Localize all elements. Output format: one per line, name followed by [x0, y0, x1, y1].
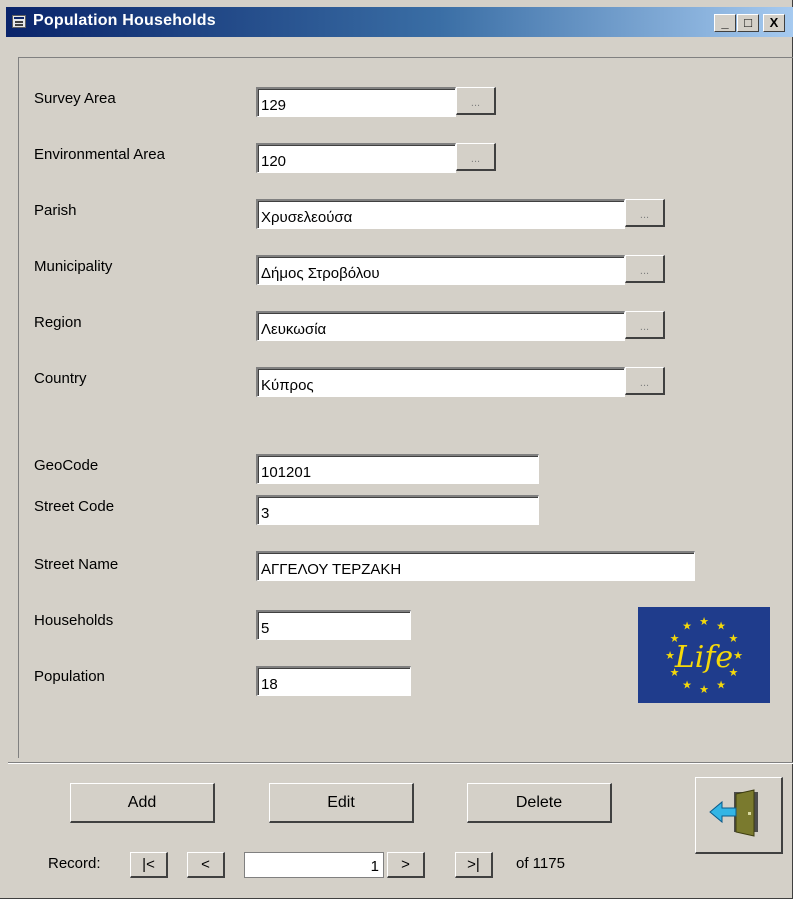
survey-area-field[interactable]: 129 — [256, 87, 456, 117]
region-lookup-button[interactable]: ... — [625, 311, 665, 339]
delete-button[interactable]: Delete — [467, 783, 612, 823]
last-record-button[interactable]: >| — [455, 852, 493, 878]
region-label: Region — [34, 314, 82, 331]
close-button[interactable]: X — [763, 14, 785, 32]
street-code-label: Street Code — [34, 498, 115, 515]
eu-star: ★ — [665, 650, 675, 662]
survey-area-label: Survey Area — [34, 90, 116, 107]
previous-record-button[interactable]: < — [187, 852, 225, 878]
households-field[interactable]: 5 — [256, 610, 411, 640]
eu-star: ★ — [682, 621, 692, 633]
region-field[interactable]: Λευκωσία — [256, 311, 625, 341]
population-field[interactable]: 18 — [256, 666, 411, 696]
parish-field[interactable]: Χρυσελεούσα — [256, 199, 625, 229]
municipality-label: Municipality — [34, 258, 113, 275]
households-label: Households — [34, 612, 114, 629]
municipality-lookup-button[interactable]: ... — [625, 255, 665, 283]
environmental-area-field[interactable]: 120 — [256, 143, 456, 173]
street-code-field[interactable]: 3 — [256, 495, 539, 525]
eu-star: ★ — [682, 679, 692, 691]
minimize-button[interactable]: _ — [714, 14, 736, 32]
maximize-button[interactable]: □ — [737, 14, 759, 32]
environmental-area-lookup-button[interactable]: ... — [456, 143, 496, 171]
street-name-label: Street Name — [34, 556, 119, 573]
exit-button[interactable] — [695, 777, 783, 854]
record-label: Record: — [48, 855, 101, 872]
population-households-window: Population Households _ □ X Survey Area … — [0, 0, 793, 899]
eu-life-logo: ★ ★ ★ ★ ★ ★ ★ ★ ★ ★ ★ ★ Life — [638, 607, 770, 703]
exit-door-icon — [709, 789, 758, 837]
country-lookup-button[interactable]: ... — [625, 367, 665, 395]
eu-star: ★ — [699, 616, 709, 628]
street-name-field[interactable]: ΑΓΓΕΛΟΥ ΤΕΡΖΑΚΗ — [256, 551, 695, 581]
current-record-field[interactable]: 1 — [244, 852, 384, 878]
country-label: Country — [34, 370, 87, 387]
window-title: Population Households — [33, 12, 216, 29]
next-record-button[interactable]: > — [387, 852, 425, 878]
eu-star: ★ — [699, 684, 709, 696]
eu-star: ★ — [716, 621, 726, 633]
title-bar[interactable]: Population Households _ □ X — [6, 7, 793, 37]
form-icon — [12, 15, 26, 28]
population-label: Population — [34, 668, 105, 685]
environmental-area-label: Environmental Area — [34, 146, 165, 163]
municipality-field[interactable]: Δήμος Στροβόλου — [256, 255, 625, 285]
add-button[interactable]: Add — [70, 783, 215, 823]
first-record-button[interactable]: |< — [130, 852, 168, 878]
record-count: of 1175 — [516, 855, 565, 872]
survey-area-lookup-button[interactable]: ... — [456, 87, 496, 115]
country-field[interactable]: Κύπρος — [256, 367, 625, 397]
parish-lookup-button[interactable]: ... — [625, 199, 665, 227]
geocode-label: GeoCode — [34, 457, 99, 474]
eu-star: ★ — [733, 650, 743, 662]
parish-label: Parish — [34, 202, 77, 219]
eu-star: ★ — [716, 679, 726, 691]
edit-button[interactable]: Edit — [269, 783, 414, 823]
svg-text:Life: Life — [674, 640, 733, 675]
button-area-separator — [8, 762, 793, 764]
geocode-field[interactable]: 101201 — [256, 454, 539, 484]
